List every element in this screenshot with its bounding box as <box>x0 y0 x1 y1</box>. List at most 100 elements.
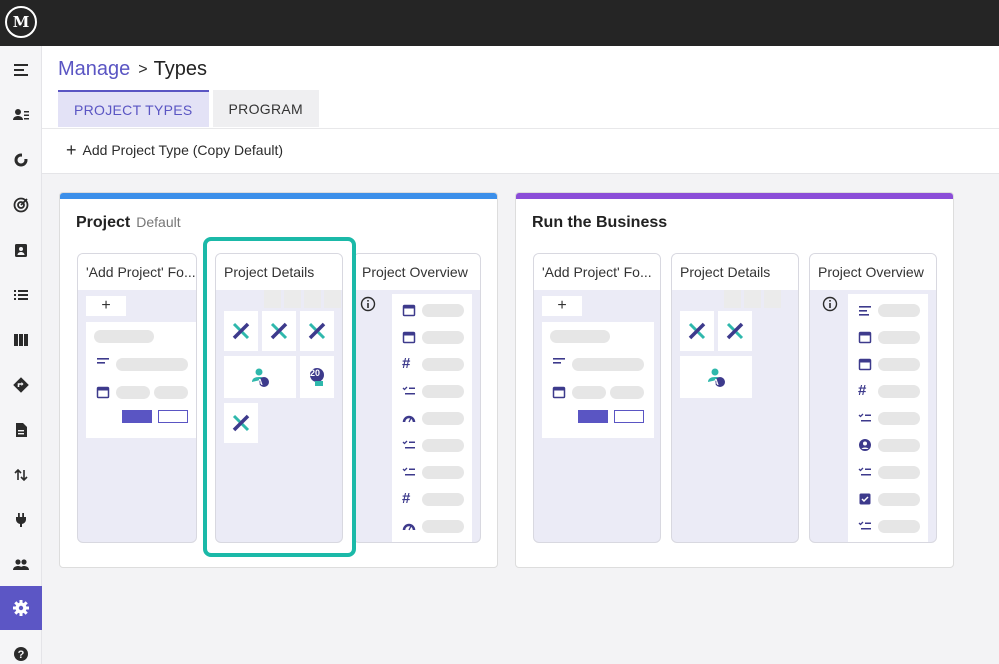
tab-placeholder <box>324 290 341 308</box>
form-preview <box>542 322 654 438</box>
field-placeholder <box>422 331 464 344</box>
tab-placeholder <box>264 290 281 308</box>
add-project-type-button[interactable]: + Add Project Type (Copy Default) <box>66 140 284 160</box>
tools-icon <box>224 311 258 351</box>
tab-project-types[interactable]: PROJECT TYPES <box>58 90 209 127</box>
tools-icon <box>262 311 296 351</box>
checkbox-icon <box>859 493 871 505</box>
checklist-icon <box>402 440 415 449</box>
tab-placeholder <box>764 290 781 308</box>
tab-program[interactable]: PROGRAM <box>212 90 319 127</box>
person-icon: A <box>680 356 752 398</box>
field-placeholder <box>878 493 920 506</box>
breadcrumb: Manage > Types <box>58 58 207 81</box>
person-circle-icon <box>859 439 871 451</box>
text-lines-icon <box>553 358 565 364</box>
clipboard-person-icon[interactable] <box>0 228 42 272</box>
page-header: Manage > Types PROJECT TYPES PROGRAM + A… <box>42 46 999 174</box>
project-details-panel[interactable]: Project Details A <box>671 253 799 543</box>
toolbar: + Add Project Type (Copy Default) <box>42 128 999 174</box>
project-overview-panel[interactable]: Project Overview # <box>809 253 937 543</box>
columns-icon[interactable] <box>0 318 42 362</box>
add-field-button[interactable]: + <box>542 296 582 316</box>
menu-icon[interactable] <box>0 48 42 92</box>
field-placeholder <box>422 520 464 533</box>
field-placeholder <box>878 439 920 452</box>
checklist-icon <box>858 413 871 422</box>
cancel-button-preview <box>158 410 188 423</box>
gauge-icon <box>402 415 416 423</box>
settings-icon[interactable] <box>0 586 42 630</box>
field-placeholder <box>422 358 464 371</box>
field-placeholder <box>116 386 150 399</box>
tab-bar: PROJECT TYPES PROGRAM <box>58 90 323 127</box>
page-title: Types <box>153 58 207 80</box>
panel-title: Project Details <box>216 254 342 290</box>
add-project-type-label: Add Project Type (Copy Default) <box>82 142 284 158</box>
list-icon[interactable] <box>0 273 42 317</box>
tools-icon <box>300 311 334 351</box>
project-overview-panel[interactable]: Project Overview # # <box>353 253 481 543</box>
checklist-icon <box>858 467 871 476</box>
add-project-form-panel[interactable]: 'Add Project' Fo... + <box>533 253 661 543</box>
swap-vertical-icon[interactable] <box>0 453 42 497</box>
field-placeholder <box>878 520 920 533</box>
field-placeholder <box>878 358 920 371</box>
group-icon[interactable] <box>0 543 42 587</box>
calendar-icon <box>402 331 416 344</box>
panel-title: Project Details <box>672 254 798 290</box>
add-project-form-panel[interactable]: 'Add Project' Fo... + <box>77 253 197 543</box>
breadcrumb-separator: > <box>138 60 148 78</box>
hash-icon: # <box>858 382 867 399</box>
project-type-card-run-the-business[interactable]: Run the Business 'Add Project' Fo... + P… <box>515 192 954 568</box>
breadcrumb-manage-link[interactable]: Manage <box>58 58 130 81</box>
document-icon[interactable] <box>0 408 42 452</box>
field-placeholder <box>572 386 606 399</box>
plug-icon[interactable] <box>0 498 42 542</box>
help-icon[interactable]: ? <box>0 632 42 664</box>
people-list-icon[interactable] <box>0 93 42 137</box>
checklist-icon <box>858 521 871 530</box>
field-placeholder <box>878 466 920 479</box>
tab-placeholder <box>724 290 741 308</box>
sidebar: ? <box>0 46 42 664</box>
project-type-card-project[interactable]: Project Default 'Add Project' Fo... + Pro… <box>59 192 498 568</box>
panel-title: 'Add Project' Fo... <box>534 254 660 290</box>
top-bar: M <box>0 0 999 46</box>
overview-field-list: # # <box>392 294 472 542</box>
refresh-circle-icon[interactable] <box>0 138 42 182</box>
calendar-icon <box>402 304 416 317</box>
tab-placeholder <box>304 290 321 308</box>
field-placeholder <box>422 466 464 479</box>
form-preview <box>86 322 196 438</box>
tools-icon <box>718 311 752 351</box>
tools-icon <box>224 403 258 443</box>
target-icon[interactable] <box>0 183 42 227</box>
save-button-preview <box>578 410 608 423</box>
card-title: Project Default <box>76 214 181 231</box>
save-button-preview <box>122 410 152 423</box>
project-details-panel[interactable]: Project Details A 20 <box>215 253 343 543</box>
checklist-icon <box>402 467 415 476</box>
plus-icon: + <box>66 140 77 160</box>
calendar-icon <box>96 386 110 399</box>
app-logo[interactable]: M <box>5 6 37 38</box>
field-placeholder <box>422 493 464 506</box>
calendar-icon <box>858 358 872 371</box>
avatar-badge: A <box>257 378 263 387</box>
info-icon <box>360 296 376 312</box>
field-placeholder <box>610 386 644 399</box>
directions-icon[interactable] <box>0 363 42 407</box>
info-icon <box>822 296 838 312</box>
add-field-button[interactable]: + <box>86 296 126 316</box>
calendar-icon <box>858 331 872 344</box>
hash-icon: # <box>402 490 411 507</box>
field-placeholder <box>116 358 188 371</box>
checklist-icon <box>402 386 415 395</box>
field-placeholder <box>878 385 920 398</box>
field-placeholder <box>94 330 154 343</box>
tab-placeholder <box>744 290 761 308</box>
svg-text:?: ? <box>18 649 25 661</box>
hash-icon: # <box>402 355 411 372</box>
field-placeholder <box>422 385 464 398</box>
